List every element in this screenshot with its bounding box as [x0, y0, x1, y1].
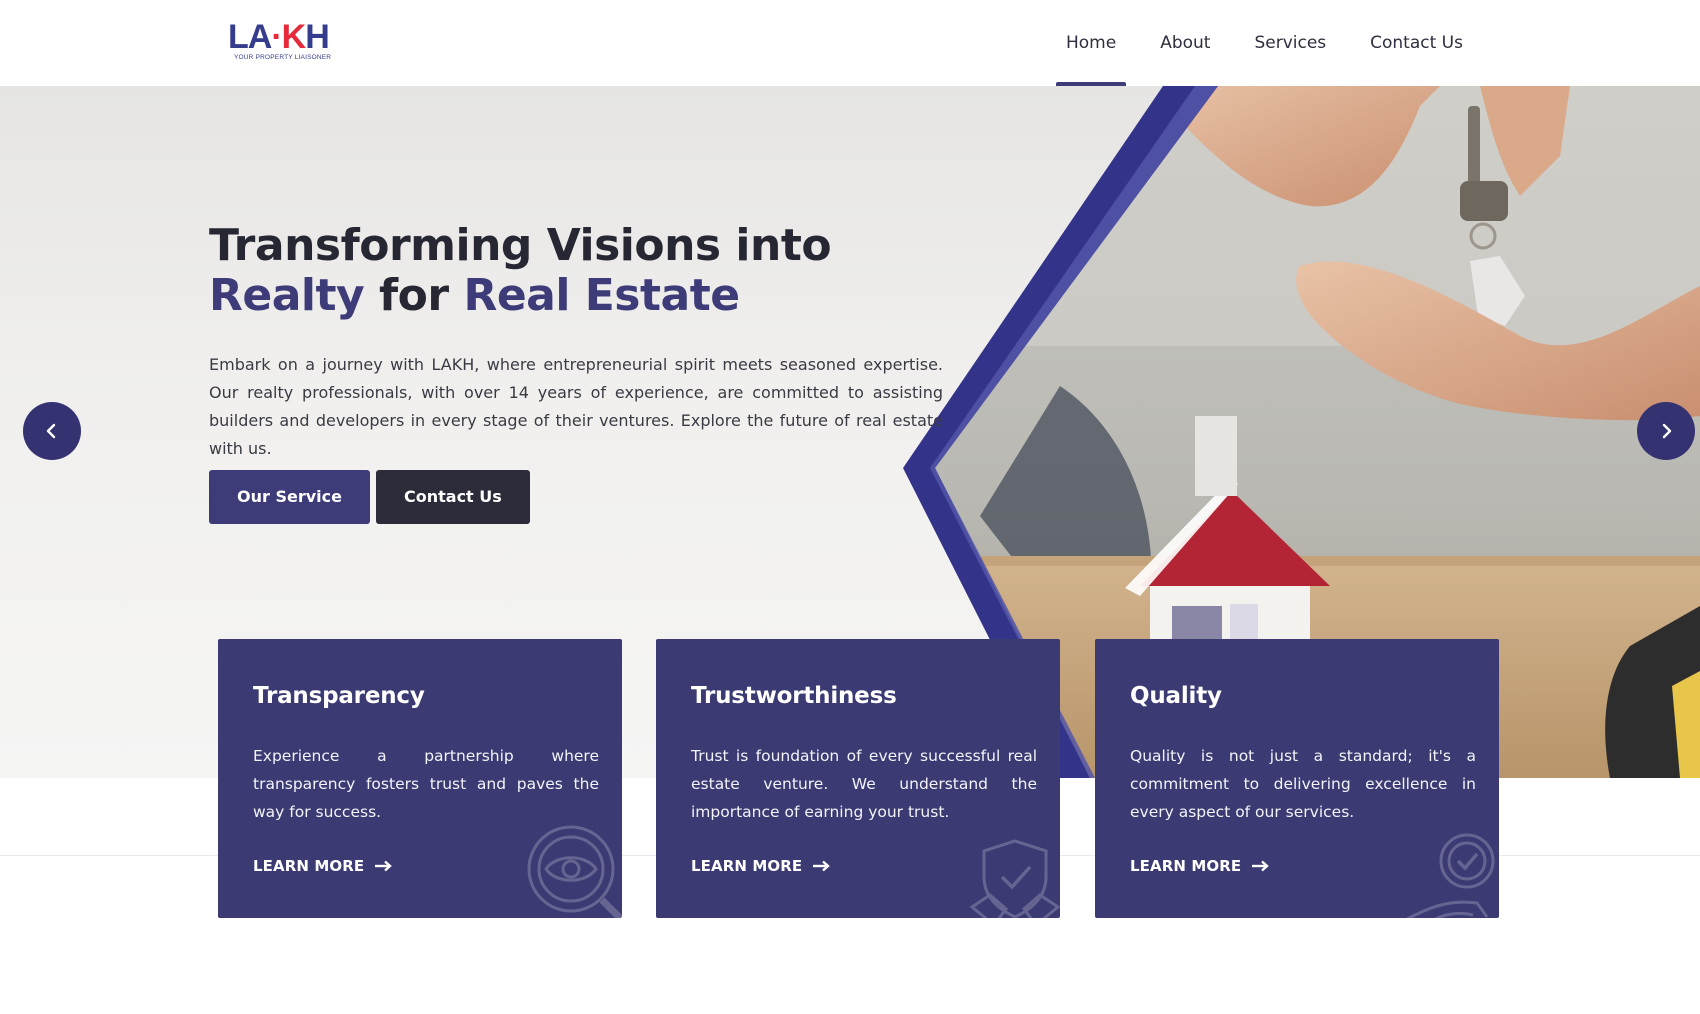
nav-contact-us[interactable]: Contact Us: [1348, 0, 1485, 86]
feature-card-transparency: Transparency Experience a partnership wh…: [218, 639, 622, 918]
logo-wordmark: LA·KH: [228, 18, 330, 56]
site-logo[interactable]: LA·KH YOUR PROPERTY LIAISONER: [228, 20, 344, 64]
slider-prev-button[interactable]: [23, 402, 81, 460]
quality-badge-icon: [1407, 833, 1495, 918]
learn-more-link[interactable]: LEARN MORE: [691, 857, 831, 875]
arrow-right-icon: [375, 860, 393, 872]
card-title: Trustworthiness: [691, 683, 897, 709]
learn-more-label: LEARN MORE: [253, 857, 365, 875]
hero-heading: Transforming Visions into Realty for Rea…: [209, 220, 832, 321]
card-title: Transparency: [253, 683, 425, 709]
feature-card-quality: Quality Quality is not just a standard; …: [1095, 639, 1499, 918]
learn-more-label: LEARN MORE: [1130, 857, 1242, 875]
learn-more-label: LEARN MORE: [691, 857, 803, 875]
card-text: Trust is foundation of every successful …: [691, 747, 1037, 821]
card-title: Quality: [1130, 683, 1222, 709]
nav-about[interactable]: About: [1138, 0, 1232, 86]
nav-home[interactable]: Home: [1044, 0, 1138, 86]
arrow-right-icon: [813, 860, 831, 872]
eye-magnifier-icon: [527, 825, 622, 918]
site-header: LA·KH YOUR PROPERTY LIAISONER Home About…: [0, 0, 1700, 86]
chevron-right-icon: [1662, 423, 1672, 439]
hero-heading-accent-1: Realty: [209, 270, 365, 321]
arrow-right-icon: [1252, 860, 1270, 872]
hero-description: Embark on a journey with LAKH, where ent…: [209, 355, 943, 458]
slider-next-button[interactable]: [1637, 402, 1695, 460]
hero-heading-accent-2: Real Estate: [463, 270, 740, 321]
learn-more-link[interactable]: LEARN MORE: [1130, 857, 1270, 875]
learn-more-link[interactable]: LEARN MORE: [253, 857, 393, 875]
main-nav: Home About Services Contact Us: [1044, 0, 1485, 86]
contact-us-button[interactable]: Contact Us: [376, 470, 530, 524]
our-service-button[interactable]: Our Service: [209, 470, 370, 524]
nav-services[interactable]: Services: [1232, 0, 1348, 86]
card-text: Quality is not just a standard; it's a c…: [1130, 747, 1476, 821]
logo-tagline: YOUR PROPERTY LIAISONER: [234, 54, 332, 61]
hero-heading-connector: for: [364, 270, 464, 321]
chevron-left-icon: [46, 423, 56, 439]
shield-handshake-icon: [970, 839, 1060, 918]
card-text: Experience a partnership where transpare…: [253, 747, 599, 821]
feature-card-trustworthiness: Trustworthiness Trust is foundation of e…: [656, 639, 1060, 918]
hero-heading-line1: Transforming Visions into: [209, 220, 832, 271]
